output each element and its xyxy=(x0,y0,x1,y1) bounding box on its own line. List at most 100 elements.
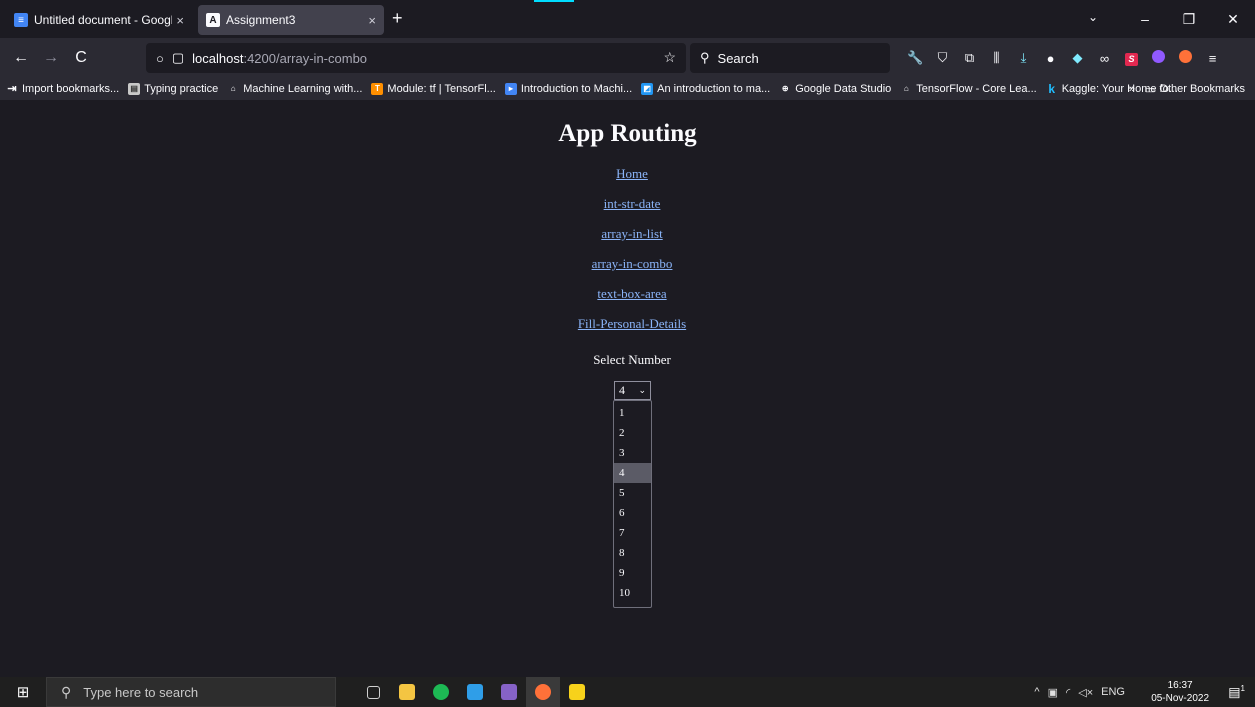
bookmark-intro-machine[interactable]: ▸ Introduction to Machi... xyxy=(504,83,632,95)
url-bar[interactable]: ○ ▢ localhost:4200/array-in-combo ☆ xyxy=(146,43,686,73)
link-text-box-area[interactable]: text-box-area xyxy=(0,286,1255,302)
glasses-icon[interactable]: ∞ xyxy=(1091,51,1118,66)
window-controls: – ❐ ✕ xyxy=(1123,0,1255,38)
search-icon: ⚲ xyxy=(61,683,72,700)
task-view-icon xyxy=(366,685,380,699)
tab-google-docs[interactable]: ≡ Untitled document - Google Do × xyxy=(6,5,192,35)
wifi-icon[interactable]: ◜ xyxy=(1066,686,1070,699)
option-5[interactable]: 5 xyxy=(614,483,651,503)
intro2-icon: ◩ xyxy=(641,83,654,95)
library-icon[interactable]: ⫼ xyxy=(983,50,1010,66)
shield-icon[interactable]: ○ xyxy=(156,51,164,66)
angular-icon: A xyxy=(206,13,220,27)
forward-icon[interactable]: → xyxy=(36,49,66,67)
link-array-in-combo[interactable]: array-in-combo xyxy=(0,256,1255,272)
intro-icon: ▸ xyxy=(504,83,517,95)
menu-icon[interactable]: ≡ xyxy=(1199,51,1226,66)
firefox-icon xyxy=(535,684,551,700)
spotify-button[interactable] xyxy=(424,677,458,707)
vscode-button[interactable] xyxy=(458,677,492,707)
restore-icon[interactable]: ❐ xyxy=(1167,11,1211,28)
bookmark-intro-ma[interactable]: ◩ An introduction to ma... xyxy=(641,83,770,95)
bookmark-ml[interactable]: ⌂ Machine Learning with... xyxy=(227,83,363,95)
option-3[interactable]: 3 xyxy=(614,443,651,463)
option-8[interactable]: 8 xyxy=(614,543,651,563)
ghostery-icon[interactable]: ● xyxy=(1037,51,1064,66)
link-array-in-list[interactable]: array-in-list xyxy=(0,226,1255,242)
reload-icon[interactable]: C xyxy=(66,49,96,67)
bookmark-tf-core[interactable]: ⌂ TensorFlow - Core Lea... xyxy=(900,83,1037,95)
wrench-icon[interactable]: 🔧 xyxy=(902,50,929,66)
bookmark-import[interactable]: ⇥ Import bookmarks... xyxy=(6,83,119,95)
url-path: :4200/array-in-combo xyxy=(243,50,368,66)
link-int-str-date[interactable]: int-str-date xyxy=(0,196,1255,212)
option-9[interactable]: 9 xyxy=(614,563,651,583)
download-icon[interactable]: ⤓ xyxy=(1010,50,1037,66)
notification-count: 1 xyxy=(1240,684,1245,693)
extension-icon[interactable]: ⧉ xyxy=(956,50,983,66)
option-10[interactable]: 10 xyxy=(614,583,651,603)
bookmark-tf-module[interactable]: T Module: tf | TensorFl... xyxy=(371,83,496,95)
ml-icon: ⌂ xyxy=(903,84,909,93)
bookmark-gds[interactable]: ⊕ Google Data Studio xyxy=(779,83,891,95)
search-icon: ⚲ xyxy=(700,50,710,65)
option-2[interactable]: 2 xyxy=(614,423,651,443)
tensorflow-icon: T xyxy=(371,83,384,95)
windows-start-icon[interactable]: ⊞ xyxy=(0,683,46,701)
firefox-button[interactable] xyxy=(526,677,560,707)
tab-close-icon[interactable]: × xyxy=(368,13,376,28)
notification-center-icon[interactable]: ▤1 xyxy=(1228,684,1245,700)
meet-now-icon[interactable]: ▣ xyxy=(1048,686,1058,699)
option-1[interactable]: 1 xyxy=(614,403,651,423)
visual-studio-button[interactable] xyxy=(492,677,526,707)
clock[interactable]: 16:37 05-Nov-2022 xyxy=(1151,679,1209,705)
chevron-down-icon: ⌄ xyxy=(638,385,646,395)
minimize-icon[interactable]: – xyxy=(1123,11,1167,27)
extension-purple-icon[interactable] xyxy=(1145,50,1172,66)
nav-toolbar: ← → C ○ ▢ localhost:4200/array-in-combo … xyxy=(0,38,1255,78)
language-indicator[interactable]: ENG xyxy=(1101,686,1125,698)
sticky-notes-icon xyxy=(569,684,585,700)
taskbar-apps xyxy=(356,677,594,707)
file-explorer-icon xyxy=(399,684,415,700)
option-6[interactable]: 6 xyxy=(614,503,651,523)
sticky-notes-button[interactable] xyxy=(560,677,594,707)
option-4[interactable]: 4 xyxy=(614,463,651,483)
speaker-muted-icon[interactable]: ◁× xyxy=(1078,686,1093,699)
bookmark-star-icon[interactable]: ☆ xyxy=(663,49,676,66)
taskbar-search-input[interactable]: ⚲ Type here to search xyxy=(46,677,336,707)
link-home[interactable]: Home xyxy=(0,166,1255,182)
bookmark-typing[interactable]: ▤ Typing practice xyxy=(128,83,218,95)
number-select[interactable]: 4 ⌄ xyxy=(614,381,651,400)
selected-value: 4 xyxy=(619,383,625,397)
extension-red-icon[interactable]: S xyxy=(1118,50,1145,66)
back-icon[interactable]: ← xyxy=(6,49,36,67)
globe-icon: ⊕ xyxy=(781,84,789,93)
taskbar: ⊞ ⚲ Type here to search ^ ▣ ◜ ◁× ENG 16:… xyxy=(0,677,1255,707)
file-explorer-button[interactable] xyxy=(390,677,424,707)
tab-close-icon[interactable]: × xyxy=(176,13,184,28)
tab-list-icon[interactable]: ⌄ xyxy=(1088,10,1098,24)
search-input[interactable]: ⚲ Search xyxy=(690,43,890,73)
page-icon: ▢ xyxy=(171,50,185,65)
clock-date: 05-Nov-2022 xyxy=(1151,693,1209,704)
option-7[interactable]: 7 xyxy=(614,523,651,543)
bookmarks-overflow-icon[interactable]: » xyxy=(1129,83,1135,95)
extension-orange-icon[interactable] xyxy=(1172,50,1199,66)
task-view-button[interactable] xyxy=(356,677,390,707)
taskbar-search-placeholder: Type here to search xyxy=(83,684,199,700)
tab-assignment3[interactable]: A Assignment3 × xyxy=(198,5,384,35)
typing-icon: ▤ xyxy=(128,83,141,95)
vscode-icon xyxy=(467,684,483,700)
notification-extension-icon[interactable]: ◆ xyxy=(1064,50,1091,66)
new-tab-button[interactable]: + xyxy=(392,8,403,29)
close-window-icon[interactable]: ✕ xyxy=(1211,11,1255,28)
link-fill-personal-details[interactable]: Fill-Personal-Details xyxy=(0,316,1255,332)
chevron-up-icon[interactable]: ^ xyxy=(1034,686,1039,698)
search-placeholder: Search xyxy=(717,50,759,66)
select-dropdown: 1 2 3 4 5 6 7 8 9 10 xyxy=(613,400,652,608)
ml-icon: ⌂ xyxy=(230,84,236,93)
other-bookmarks[interactable]: Other Bookmarks xyxy=(1159,83,1245,95)
page-title: App Routing xyxy=(558,120,697,147)
pocket-icon[interactable]: ⛉ xyxy=(929,50,956,66)
